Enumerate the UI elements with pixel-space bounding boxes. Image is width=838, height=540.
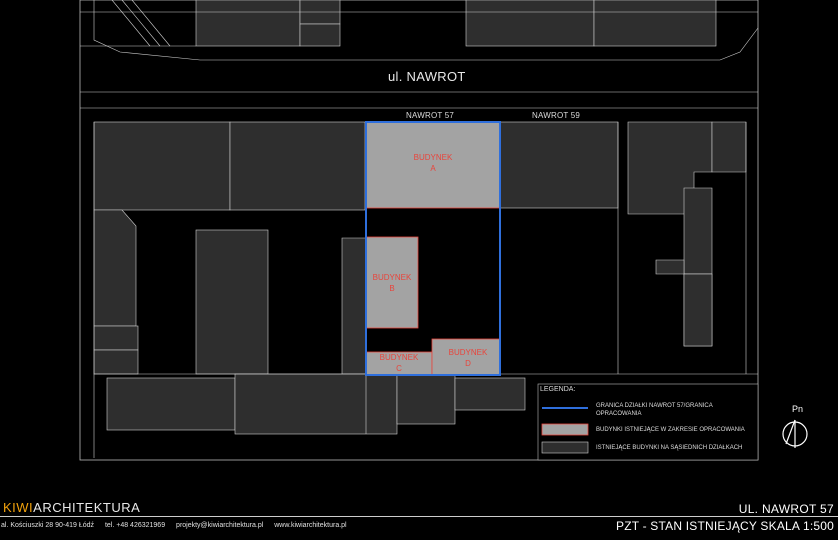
office-website: www.kiwiarchitektura.pl	[274, 522, 347, 529]
brand-logo: KIWIARCHITEKTURA	[3, 500, 140, 515]
legend-title: LEGENDA:	[540, 386, 576, 393]
plot-label-nawrot-59: NAWROT 59	[532, 111, 581, 120]
legend: LEGENDA: GRANICA DZIAŁKI NAWROT 57/GRANI…	[538, 384, 758, 464]
brand-architektura: ARCHITEKTURA	[33, 500, 141, 515]
contact-line: al. Kościuszki 28 90-419 Łódź tel. +48 4…	[1, 522, 356, 529]
building-b-label: BUDYNEK B	[366, 272, 418, 294]
legend-item-neighbor-text: ISTNIEJĄCE BUDYNKI NA SĄSIEDNICH DZIAŁKA…	[596, 445, 743, 451]
street-name: ul. NAWROT	[388, 69, 466, 84]
building-a-label: BUDYNEK A	[406, 152, 460, 174]
legend-item-boundary-text: GRANICA DZIAŁKI NAWROT 57/GRANICA OPRACO…	[596, 403, 713, 417]
building-b-label-line1: BUDYNEK	[372, 273, 412, 282]
title-block: KIWIARCHITEKTURA al. Kościuszki 28 90-41…	[0, 500, 838, 540]
building-b-label-line2: B	[389, 284, 395, 293]
building-d-label-line2: D	[465, 359, 471, 368]
project-title: UL. NAWROT 57	[738, 502, 834, 516]
office-address: al. Kościuszki 28 90-419 Łódź	[1, 522, 94, 529]
building-c-label-line1: BUDYNEK	[379, 353, 419, 362]
building-a-label-line1: BUDYNEK	[413, 153, 453, 162]
building-a-label-line2: A	[430, 164, 436, 173]
building-c-label-line2: C	[396, 364, 402, 373]
office-email: projekty@kiwiarchitektura.pl	[176, 522, 264, 529]
plot-label-nawrot-57: NAWROT 57	[406, 111, 455, 120]
brand-kiwi: KIWI	[3, 500, 34, 515]
building-d-label-line1: BUDYNEK	[448, 348, 488, 357]
north-label: Pn	[792, 404, 804, 414]
building-c-label: BUDYNEK C	[372, 352, 426, 374]
office-phone: tel. +48 426321969	[104, 522, 166, 529]
north-indicator: Pn	[780, 404, 810, 454]
north-blocks	[195, 0, 717, 47]
sheet-title: PZT - STAN ISTNIEJĄCY SKALA 1:500	[615, 519, 834, 533]
legend-item-project-text: BUDYNKI ISTNIEJĄCE W ZAKRESIE OPRACOWANI…	[596, 427, 745, 433]
building-d-label: BUDYNEK D	[440, 347, 496, 369]
